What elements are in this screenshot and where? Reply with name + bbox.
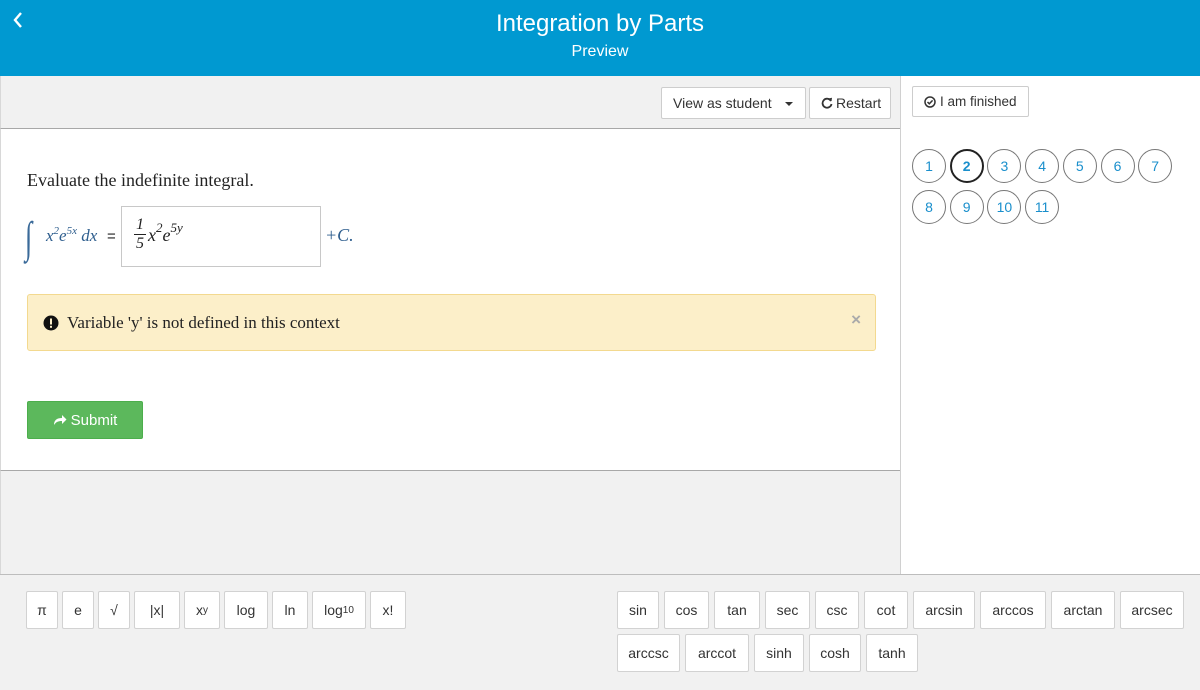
key-arccos[interactable]: arccos (980, 591, 1046, 629)
submit-label: Submit (70, 411, 118, 429)
submit-button[interactable]: Submit (27, 401, 143, 439)
fraction-numerator: 1 (136, 216, 144, 233)
integral-sign: ∫ (25, 213, 33, 262)
key-pi-label: π (37, 602, 47, 618)
error-alert: Variable 'y' is not defined in this cont… (27, 294, 876, 351)
key-sinh[interactable]: sinh (754, 634, 804, 672)
question-number-10[interactable]: 10 (987, 190, 1022, 224)
question-number-11[interactable]: 11 (1025, 190, 1060, 224)
check-circle-icon (924, 95, 936, 108)
key-cos[interactable]: cos (664, 591, 709, 629)
key-power-exp: y (203, 604, 208, 616)
top-header: Integration by Parts Preview (0, 0, 1200, 76)
key-pi[interactable]: π (26, 591, 58, 629)
question-number-9[interactable]: 9 (949, 190, 984, 224)
key-factorial[interactable]: x! (370, 591, 406, 629)
question-number-4[interactable]: 4 (1025, 149, 1060, 183)
plus-c: +C. (325, 225, 354, 245)
key-e[interactable]: e (62, 591, 94, 629)
key-power[interactable]: xy (184, 591, 220, 629)
key-cot[interactable]: cot (864, 591, 908, 629)
integrand-x: x (46, 226, 54, 245)
key-tan[interactable]: tan (714, 591, 760, 629)
integrand: x2e5x dx (46, 225, 97, 246)
key-arctan[interactable]: arctan (1051, 591, 1115, 629)
key-tanh[interactable]: tanh (866, 634, 918, 672)
finished-button[interactable]: I am finished (912, 86, 1029, 117)
key-e-label: e (74, 602, 82, 618)
alert-message: Variable 'y' is not defined in this cont… (67, 313, 340, 332)
answer-x: x (148, 225, 156, 245)
answer-exp-5y: 5y (170, 220, 183, 235)
key-arccot[interactable]: arccot (685, 634, 749, 672)
key-log10-base: log (324, 602, 343, 618)
question-number-8[interactable]: 8 (912, 190, 946, 224)
page-title: Integration by Parts (495, 10, 705, 37)
math-keyboard: π e √ |x| xy log ln log 10 x! sin cos tan se… (0, 574, 1200, 690)
key-ln-label: ln (284, 602, 296, 618)
key-arcsec[interactable]: arcsec (1120, 591, 1184, 629)
exclamation-circle-icon (43, 315, 59, 331)
question-number-3[interactable]: 3 (987, 149, 1022, 183)
question-prompt: Evaluate the indefinite integral. (27, 170, 254, 190)
key-sqrt-label: √ (110, 602, 118, 618)
key-log10[interactable]: log 10 (312, 591, 366, 629)
key-log10-sub: 10 (342, 604, 354, 616)
page-subtitle: Preview (571, 43, 629, 60)
key-arccsc[interactable]: arccsc (617, 634, 680, 672)
view-as-label: View as student (673, 95, 772, 111)
close-icon[interactable]: × (851, 310, 861, 330)
fraction-denominator: 5 (136, 235, 144, 252)
caret-down-icon (785, 102, 793, 106)
key-sec[interactable]: sec (765, 591, 810, 629)
share-arrow-icon (53, 415, 67, 425)
integrand-exp-5x: 5x (66, 225, 77, 237)
key-csc[interactable]: csc (815, 591, 859, 629)
key-abs-label: |x| (149, 602, 165, 618)
refresh-icon (821, 97, 833, 109)
question-number-2[interactable]: 2 (949, 149, 984, 183)
question-number-1[interactable]: 1 (912, 149, 946, 183)
question-number-6[interactable]: 6 (1100, 149, 1135, 183)
key-factorial-label: x! (382, 602, 394, 618)
key-arcsin[interactable]: arcsin (913, 591, 975, 629)
key-log-label: log (236, 602, 256, 618)
restart-label: Restart (836, 95, 882, 111)
finished-label: I am finished (940, 94, 1017, 109)
key-abs[interactable]: |x| (134, 591, 180, 629)
key-cosh[interactable]: cosh (809, 634, 861, 672)
answer-fraction: 1 5 (134, 217, 146, 252)
restart-button[interactable]: Restart (809, 87, 891, 119)
key-ln[interactable]: ln (272, 591, 308, 629)
answer-input[interactable]: 1 5 x2e5y (121, 206, 321, 267)
question-toolbar: View as student Restart (0, 76, 900, 129)
answer-e: e (162, 225, 171, 245)
equals-sign: = (107, 228, 116, 245)
question-nav-sidebar: I am finished 1 2 3 4 5 6 7 8 9 10 11 (900, 76, 1200, 574)
key-log[interactable]: log (224, 591, 268, 629)
integrand-e: e (59, 226, 67, 245)
key-sqrt[interactable]: √ (98, 591, 130, 629)
question-number-5[interactable]: 5 (1062, 149, 1097, 183)
content-filler (0, 471, 900, 574)
key-sin[interactable]: sin (617, 591, 659, 629)
question-number-7[interactable]: 7 (1138, 149, 1173, 183)
integrand-dx: dx (81, 226, 98, 245)
view-as-dropdown[interactable]: View as student (661, 87, 806, 119)
answer-expression: x2e5y (148, 220, 183, 246)
question-card: Evaluate the indefinite integral. ∫ x2e5… (0, 129, 900, 471)
key-power-base: x (196, 602, 203, 618)
